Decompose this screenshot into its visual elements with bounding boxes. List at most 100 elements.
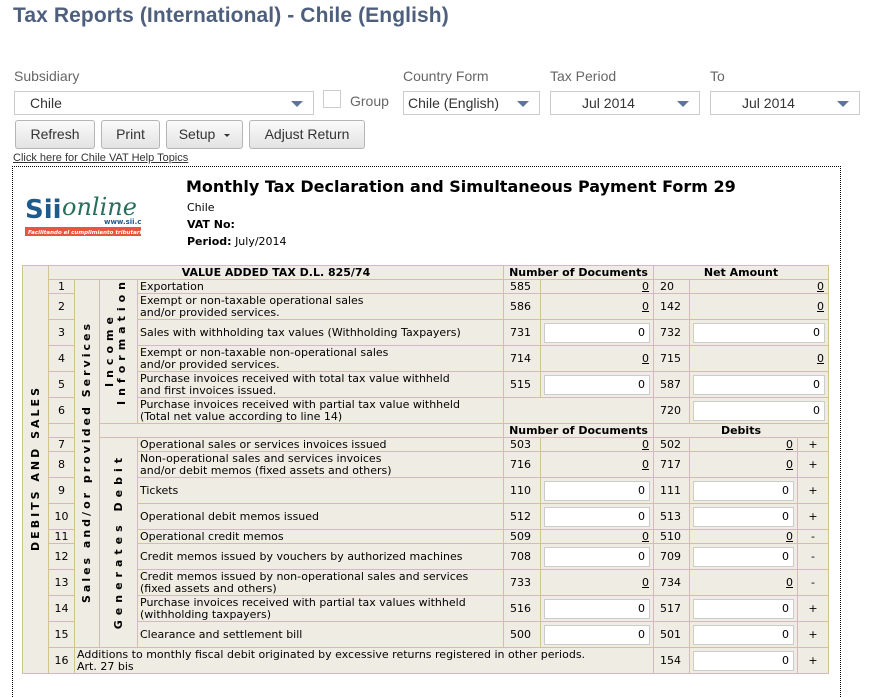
doc-count-link[interactable]: 0	[642, 352, 649, 365]
subsidiary-select[interactable]: Chile	[14, 91, 314, 115]
doc-code: 509	[503, 529, 541, 544]
net-amount-input[interactable]: 0	[693, 374, 825, 395]
col-header-docs: Number of Documents	[503, 265, 654, 280]
net-amount-link[interactable]: 0	[817, 300, 824, 313]
sign-indicator: +	[797, 437, 829, 452]
net-amount-cell: 0	[689, 345, 829, 372]
line-description: Exportation	[137, 279, 504, 294]
doc-code: 714	[503, 345, 541, 372]
debit-amount-input[interactable]: 0	[693, 506, 794, 527]
amount-code: 111	[653, 477, 690, 504]
sign-indicator: +	[797, 621, 829, 648]
line-description: Exempt or non-taxable non-operational sa…	[137, 345, 504, 372]
form-title: Monthly Tax Declaration and Simultaneous…	[186, 177, 736, 196]
table-row: 4 Exempt or non-taxable non-operational s…	[23, 345, 829, 372]
sign-indicator: +	[797, 451, 829, 478]
generates-debit-label: Generates Debit	[111, 452, 125, 630]
doc-count-link[interactable]: 0	[642, 458, 649, 471]
line-description: Purchase invoices received with partial …	[137, 595, 504, 622]
net-amount-cell: 0	[689, 279, 829, 294]
line-number: 6	[48, 397, 75, 424]
doc-count-cell: 0	[540, 437, 654, 452]
doc-count-cell: 0	[540, 279, 654, 294]
line-number: 11	[48, 529, 75, 544]
sign-indicator: +	[797, 503, 829, 530]
vat-number: VAT No:	[187, 218, 235, 231]
line-number: 3	[48, 319, 75, 346]
doc-code: 110	[503, 477, 541, 504]
doc-code: 512	[503, 503, 541, 530]
debit-amount-input[interactable]: 0	[693, 598, 794, 619]
doc-count-input[interactable]: 0	[544, 374, 650, 395]
doc-count-input[interactable]: 0	[544, 546, 650, 567]
country-form-select[interactable]: Chile (English)	[403, 91, 540, 115]
tax-period-select[interactable]: Jul 2014	[550, 91, 700, 115]
doc-count-input[interactable]: 0	[544, 506, 650, 527]
col-header-docs: Number of Documents	[503, 423, 654, 438]
table-row: 8 Non-operational sales and services invo…	[23, 451, 829, 478]
table-row: 15 Clearance and settlement bill 500 0 501 0 +	[23, 621, 829, 648]
table-row: 9 Tickets 110 0 111 0 +	[23, 477, 829, 504]
table-row: 14 Purchase invoices received with partia…	[23, 595, 829, 622]
side-label-debits-sales: DEBITS AND SALES	[22, 265, 49, 674]
debit-amount-input[interactable]: 0	[693, 480, 794, 501]
sign-indicator: +	[797, 595, 829, 622]
table-row: 5 Purchase invoices received with total t…	[23, 371, 829, 398]
subsidiary-label: Subsidiary	[14, 68, 80, 84]
doc-count-input[interactable]: 0	[544, 322, 650, 343]
doc-count-link[interactable]: 0	[642, 280, 649, 293]
table-row: 2 Exempt or non-taxable operational sales…	[23, 293, 829, 320]
doc-count-input[interactable]: 0	[544, 598, 650, 619]
side-label-sales-services: Sales and/or provided Services	[74, 279, 100, 648]
group-checkbox[interactable]	[323, 90, 341, 108]
line-description: Tickets	[137, 477, 504, 504]
debit-amount-input[interactable]: 0	[693, 546, 794, 567]
income-information-label: Income Information	[102, 277, 128, 405]
doc-count-link[interactable]: 0	[642, 530, 649, 543]
doc-count-input[interactable]: 0	[544, 480, 650, 501]
table-row: 11 Operational credit memos 509 0 510 0-	[23, 529, 829, 544]
help-topics-link[interactable]: Click here for Chile VAT Help Topics	[13, 152, 188, 164]
setup-label: Setup	[178, 126, 216, 142]
debit-amount-cell: 0	[689, 595, 798, 622]
net-amount-link[interactable]: 0	[817, 352, 824, 365]
net-amount-link[interactable]: 0	[817, 280, 824, 293]
debit-amount-cell: 0	[689, 503, 798, 530]
logo-sii-text: Sii	[25, 195, 62, 225]
amount-code: 587	[653, 371, 690, 398]
debit-amount-link[interactable]: 0	[786, 438, 793, 451]
period-label: Period:	[187, 235, 232, 248]
debit-amount-link[interactable]: 0	[786, 458, 793, 471]
debit-amount-link[interactable]: 0	[786, 576, 793, 589]
debit-amount-input[interactable]: 0	[693, 650, 794, 671]
amount-code: 732	[653, 319, 690, 346]
sign-indicator: +	[797, 647, 829, 674]
doc-count-link[interactable]: 0	[642, 576, 649, 589]
net-amount-input[interactable]: 0	[693, 322, 825, 343]
to-period-select[interactable]: Jul 2014	[710, 91, 860, 115]
refresh-button[interactable]: Refresh	[15, 120, 95, 149]
company-name: Chile	[187, 201, 215, 214]
line-number: 16	[48, 647, 75, 674]
line-description: Credit memos issued by vouchers by autho…	[137, 543, 504, 570]
adjust-return-button[interactable]: Adjust Return	[249, 120, 365, 149]
debit-amount-link[interactable]: 0	[786, 530, 793, 543]
doc-count-cell: 0	[540, 345, 654, 372]
doc-count-input[interactable]: 0	[544, 624, 650, 645]
doc-count-cell: 0	[540, 371, 654, 398]
print-button[interactable]: Print	[101, 120, 160, 149]
setup-button[interactable]: Setup	[166, 120, 243, 149]
doc-count-cell: 0	[540, 319, 654, 346]
empty-docs-cell	[503, 397, 654, 424]
doc-count-link[interactable]: 0	[642, 300, 649, 313]
doc-code: 731	[503, 319, 541, 346]
line-number: 1	[48, 279, 75, 294]
doc-count-link[interactable]: 0	[642, 438, 649, 451]
debit-amount-input[interactable]: 0	[693, 624, 794, 645]
line-description: Clearance and settlement bill	[137, 621, 504, 648]
period-value: July/2014	[235, 235, 287, 248]
to-period-value: Jul 2014	[742, 95, 795, 111]
line-number: 9	[48, 477, 75, 504]
doc-count-cell: 0	[540, 569, 654, 596]
net-amount-input[interactable]: 0	[693, 400, 825, 421]
